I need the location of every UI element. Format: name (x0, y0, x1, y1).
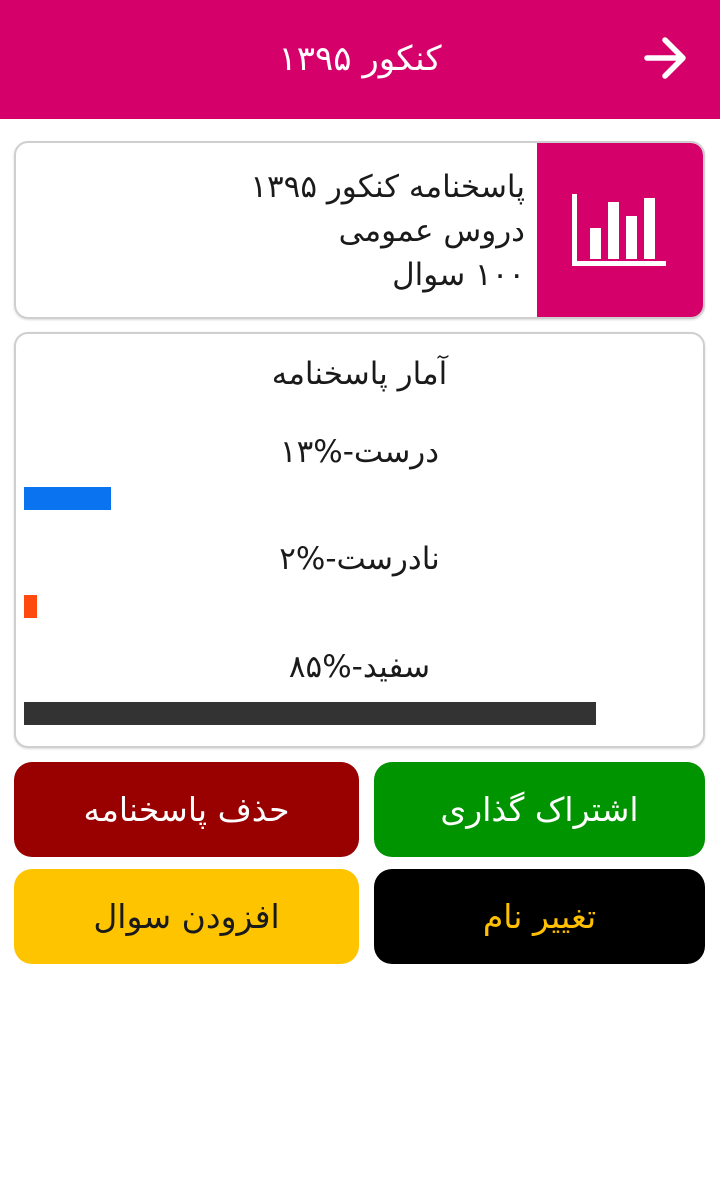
correct-progress-fill (24, 487, 112, 510)
sheet-subject: دروس عمومی (338, 213, 525, 249)
arrow-right-icon (644, 37, 686, 79)
answer-sheet-info-card[interactable]: پاسخنامه کنکور ۱۳۹۵ دروس عمومی ۱۰۰ سوال (14, 141, 705, 319)
info-text: پاسخنامه کنکور ۱۳۹۵ دروس عمومی ۱۰۰ سوال (45, 165, 525, 297)
app-bar: کنکور ۱۳۹۵ (0, 0, 720, 119)
share-button[interactable]: اشتراک گذاری (374, 762, 705, 857)
wrong-progress-bar (24, 595, 697, 618)
back-button[interactable] (636, 28, 696, 88)
statistics-card: آمار پاسخنامه درست-%۱۳ نادرست-%۲ سفید-%۸… (14, 332, 705, 748)
add-question-button[interactable]: افزودن سوال (14, 869, 359, 964)
blank-progress-bar (24, 702, 697, 725)
wrong-label: نادرست-%۲ (279, 541, 440, 577)
rename-button[interactable]: تغییر نام (374, 869, 705, 964)
info-icon-box (537, 143, 703, 317)
statistics-title: آمار پاسخنامه (271, 356, 448, 392)
bar-chart-icon (572, 194, 666, 266)
correct-label: درست-%۱۳ (279, 434, 440, 470)
page-title: کنکور ۱۳۹۵ (278, 39, 442, 79)
sheet-question-count: ۱۰۰ سوال (392, 257, 525, 293)
correct-progress-bar (24, 487, 697, 510)
blank-label: سفید-%۸۵ (288, 649, 431, 685)
delete-answer-sheet-button[interactable]: حذف پاسخنامه (14, 762, 359, 857)
wrong-progress-fill (24, 595, 38, 618)
blank-progress-fill (24, 702, 597, 725)
sheet-name: پاسخنامه کنکور ۱۳۹۵ (250, 169, 525, 205)
